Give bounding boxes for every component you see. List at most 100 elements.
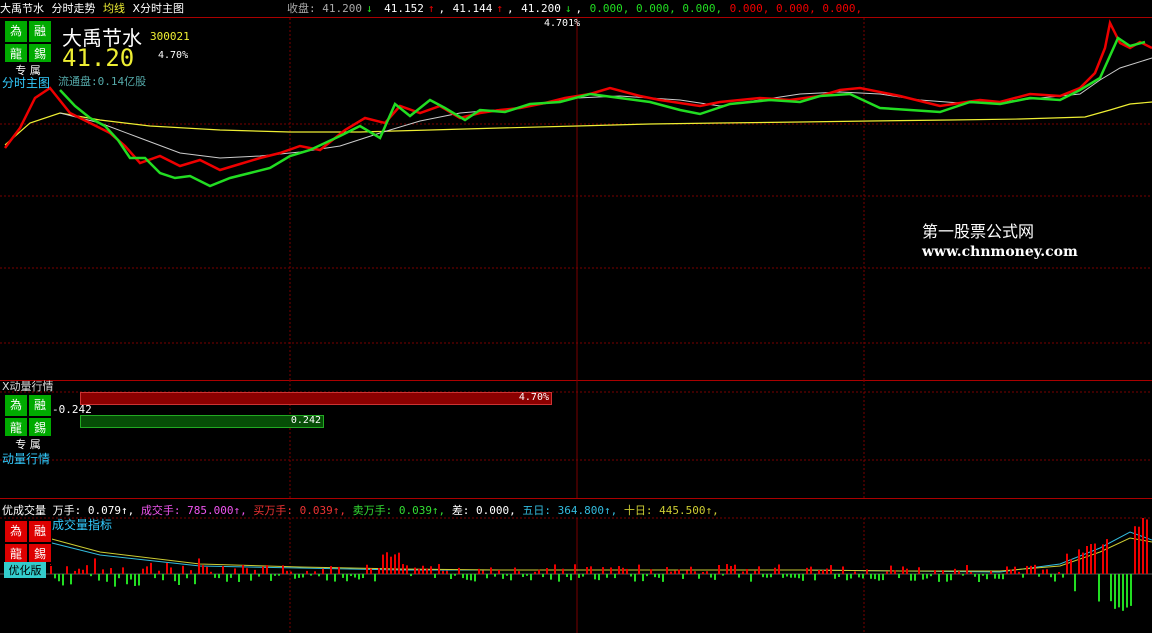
volume-bar — [230, 574, 232, 578]
top-pct-label: 4.701% — [544, 18, 581, 29]
volume-bar — [1070, 559, 1072, 574]
volume-bar — [482, 570, 484, 574]
volume-bar — [766, 574, 768, 578]
volume-bar — [226, 574, 228, 582]
volume-bar — [934, 570, 936, 574]
volume-bar — [298, 574, 300, 578]
volume-bar — [66, 566, 68, 574]
volume-bar — [466, 574, 468, 580]
volume-bar — [446, 570, 448, 574]
volume-bar — [110, 568, 112, 574]
volume-bar — [514, 567, 516, 574]
volume-bar — [886, 571, 888, 574]
volume-bar — [434, 574, 436, 578]
volume-bar — [710, 574, 712, 578]
volume-bar — [534, 571, 536, 574]
volume-bar — [690, 566, 692, 574]
volume-bar — [426, 568, 428, 574]
volume-bar — [970, 571, 972, 574]
volume-bar — [450, 574, 452, 579]
momentum-title: X动量行情 — [2, 380, 54, 393]
volume-bar — [186, 574, 188, 579]
tab-main-chart[interactable]: X分时主图 — [133, 2, 185, 15]
volume-bar — [250, 574, 252, 581]
zeros-green: 0.000, 0.000, 0.000, — [589, 2, 723, 15]
volume-bar — [806, 567, 808, 574]
volume-bar — [130, 574, 132, 580]
volume-bar — [122, 567, 124, 574]
volume-bar — [846, 574, 848, 581]
volume-bar — [206, 566, 208, 574]
volume-bar — [182, 565, 184, 574]
volume-bar — [74, 570, 76, 574]
volume-bar — [1046, 569, 1048, 574]
volume-bar — [1118, 574, 1120, 608]
tab-fenshi[interactable]: 分时走势 — [52, 2, 96, 15]
volume-bar — [1018, 571, 1020, 574]
volume-bar — [538, 569, 540, 574]
volume-bar — [190, 570, 192, 574]
volume-bar — [114, 574, 116, 587]
volume-bar — [586, 567, 588, 574]
volume-bar — [462, 574, 464, 579]
volume-bar — [1066, 553, 1068, 574]
volume-bar — [750, 574, 752, 582]
volume-bar — [894, 570, 896, 574]
volume-bar — [350, 574, 352, 577]
volume-bar — [802, 574, 804, 581]
volume-bar — [882, 574, 884, 581]
volume-bar — [158, 570, 160, 574]
indicator-label: 成交量指标 — [52, 518, 113, 532]
volume-pane[interactable]: 优成交量 万手: 0.079↑, 成交手: 785.000↑, 买万手: 0.0… — [0, 500, 1152, 633]
volume-bar — [410, 574, 412, 577]
momentum-green-label: 0.242 — [290, 415, 321, 426]
volume-bar — [1030, 565, 1032, 574]
volume-bar — [290, 571, 292, 574]
volume-bar — [1042, 569, 1044, 574]
volume-bar — [774, 567, 776, 574]
volume-bar — [270, 574, 272, 581]
volume-bar — [718, 565, 720, 574]
volume-bar — [310, 574, 312, 576]
volume-bar — [302, 574, 304, 578]
volume-bar — [658, 574, 660, 578]
volume-bar — [454, 574, 456, 576]
volume-bar — [178, 574, 180, 585]
volume-bar — [714, 574, 716, 580]
tab-junxian[interactable]: 均线 — [103, 2, 125, 15]
volume-bar — [734, 564, 736, 574]
volume-bar — [730, 565, 732, 574]
volume-bar — [762, 574, 764, 578]
volume-bar — [498, 569, 500, 574]
ma-line — [59, 57, 1152, 159]
volume-bar — [154, 574, 156, 579]
volume-bar — [198, 558, 200, 574]
volume-bar — [890, 565, 892, 574]
volume-bar — [898, 574, 900, 579]
volume-bar — [790, 574, 792, 578]
volume-bar — [390, 556, 392, 574]
youhua-label: 优化版 — [4, 562, 46, 578]
volume-bar — [998, 574, 1000, 579]
volume-bar — [1110, 574, 1112, 602]
volume-bar — [798, 574, 800, 579]
volume-bar — [398, 552, 400, 574]
volume-bar — [1098, 574, 1100, 602]
volume-bar — [666, 567, 668, 574]
main-chart-pane[interactable]: 為融 龍錫 专 属 分时主图 大禹节水 300021 41.20 4.70% 流… — [0, 18, 1152, 381]
volume-bar — [70, 574, 72, 585]
volume-bar — [786, 574, 788, 577]
volume-bar — [650, 569, 652, 574]
momentum-pane[interactable]: X动量行情 為融 龍錫 专 属 动量行情 -0.242 4.70% 0.242 — [0, 380, 1152, 499]
volume-bar — [1106, 539, 1108, 574]
volume-bar — [694, 571, 696, 574]
volume-bar — [502, 574, 504, 579]
volume-bar — [234, 568, 236, 574]
volume-bar — [170, 567, 172, 574]
volume-bar — [614, 574, 616, 579]
volume-bar — [686, 570, 688, 574]
volume-bar — [102, 569, 104, 574]
volume-bar — [138, 574, 140, 586]
volume-bar — [354, 574, 356, 578]
volume-bar — [366, 564, 368, 574]
